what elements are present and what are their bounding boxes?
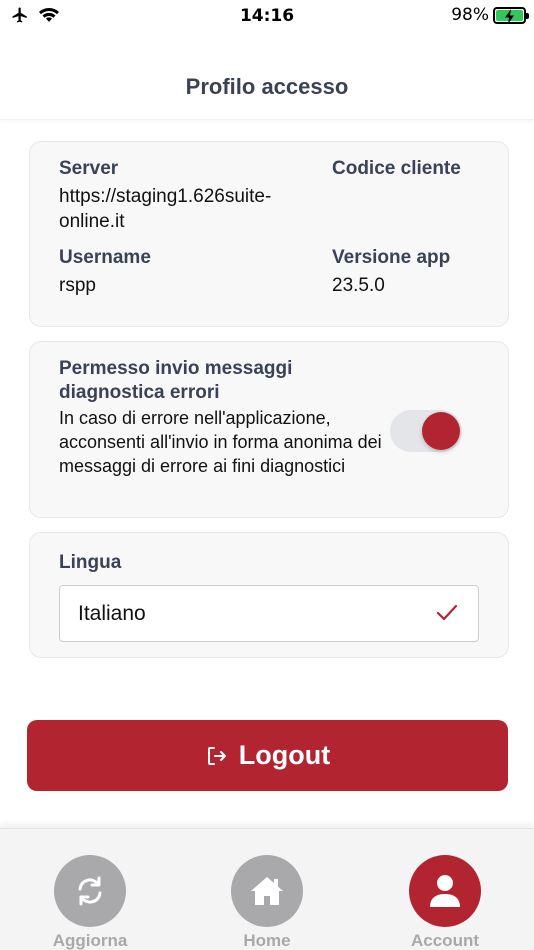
battery-percent: 98% [451,5,489,25]
server-value-line1: https://staging1.626suite- [59,186,272,207]
bottom-nav: Aggiorna Home Account [0,828,534,950]
client-code-label: Codice cliente [332,158,461,179]
version-label: Versione app [332,247,451,268]
server-value-line2: online.it [59,211,125,232]
language-label: Lingua [59,552,122,573]
username-label: Username [59,247,151,268]
nav-label-aggiorna: Aggiorna [52,931,128,950]
language-card: Lingua Italiano [29,532,509,658]
account-info-card: Server https://staging1.626suite- online… [29,141,509,327]
status-bar: 14:16 98% [0,0,534,34]
logout-icon [207,746,226,765]
nav-label-account: Account [411,931,479,950]
nav-item-home[interactable]: Home [212,855,322,950]
nav-circle-home [231,855,303,927]
nav-item-aggiorna[interactable]: Aggiorna [35,855,145,950]
logout-label: Logout [238,740,331,770]
refresh-icon [78,876,102,906]
header: Profilo accesso [0,34,534,120]
toggle-knob [422,412,460,450]
battery-charging-icon [493,6,529,24]
server-label: Server [59,158,119,179]
user-icon [430,875,460,907]
diagnostics-toggle[interactable] [390,410,462,452]
diagnostics-title: Permesso invio messaggi diagnostica erro… [59,358,293,403]
page-title: Profilo accesso [185,74,349,99]
language-selected-value: Italiano [78,602,146,625]
version-value: 23.5.0 [332,275,385,296]
username-value: rspp [59,275,96,296]
nav-circle-aggiorna [54,855,126,927]
nav-item-account[interactable]: Account [390,855,500,950]
nav-label-home: Home [243,931,291,950]
logout-button[interactable]: Logout [27,720,508,791]
diagnostics-description: In caso di errore nell'applicazione, acc… [59,408,382,476]
nav-circle-account [409,855,481,927]
home-icon [251,877,283,905]
check-icon [436,604,458,621]
diagnostics-card: Permesso invio messaggi diagnostica erro… [29,341,509,518]
language-select[interactable]: Italiano [59,585,479,642]
status-right: 98% [451,5,529,25]
